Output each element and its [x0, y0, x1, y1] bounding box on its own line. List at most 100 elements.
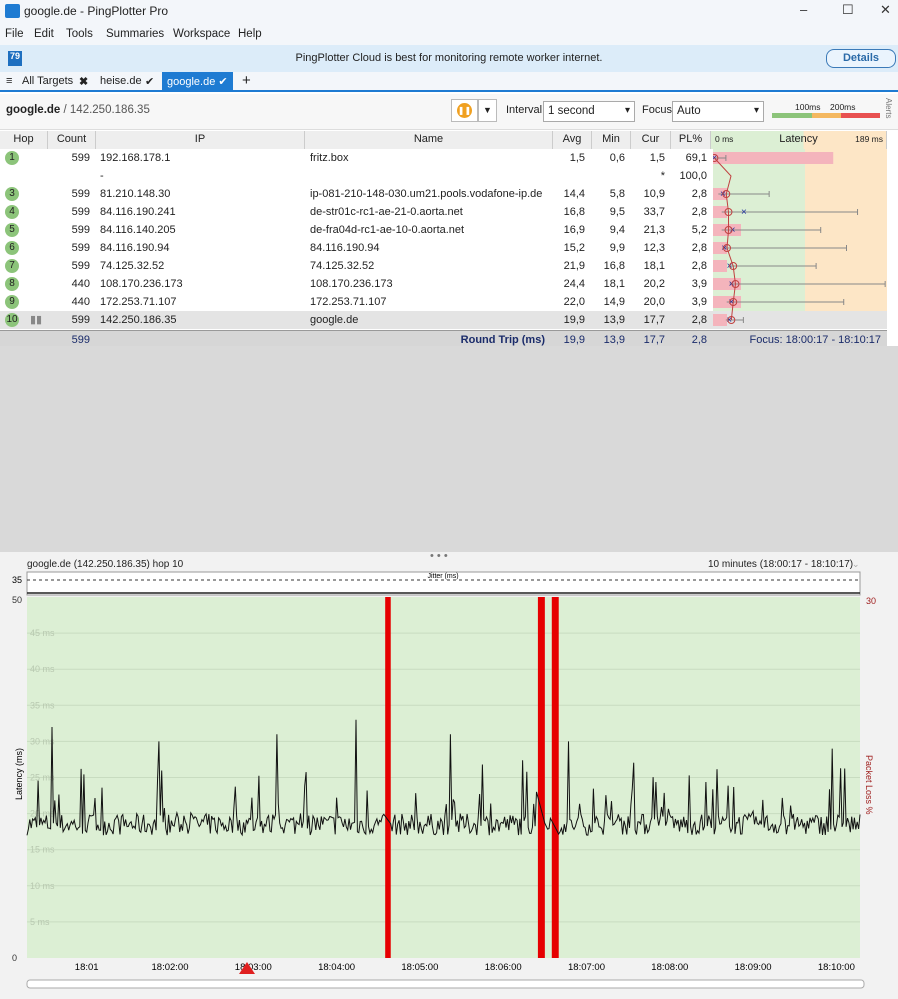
hop-pl: 2,8	[691, 206, 707, 218]
menu-lines-icon[interactable]: ≡	[6, 75, 12, 87]
hop-min: 14,9	[603, 296, 625, 308]
splitter-handle[interactable]: • • •	[430, 550, 448, 562]
hop-ip: 84.116.190.241	[100, 206, 176, 218]
hop-ip: 84.116.190.94	[100, 242, 170, 254]
close-icon[interactable]: ✖	[79, 75, 88, 88]
col-cur[interactable]: Cur	[631, 131, 671, 149]
packet-loss-bar	[385, 597, 391, 958]
hop-name: fritz.box	[310, 152, 349, 164]
empty-area	[0, 346, 898, 552]
minimize-button[interactable]: –	[800, 2, 807, 17]
hop-number-badge: 1	[5, 151, 19, 165]
col-latency[interactable]: 0 ms Latency 189 ms	[711, 131, 887, 149]
time-range-select[interactable]: 10 minutes (18:00:17 - 18:10:17)	[708, 559, 853, 570]
hop-avg: 19,9	[563, 314, 585, 326]
jitter-max-label: 35	[12, 575, 22, 585]
col-count[interactable]: Count	[48, 131, 96, 149]
hop-cur: 20,2	[643, 278, 665, 290]
toolbar: google.de / 142.250.186.35 ❚❚ ▼ Interval…	[0, 94, 898, 130]
summary-row: 599 Round Trip (ms) 19,9 13,9 17,7 2,8 F…	[0, 330, 887, 346]
hop-count: 440	[71, 296, 90, 308]
hop-cur: 20,0	[643, 296, 665, 308]
interval-select[interactable]: 1 second	[543, 101, 635, 122]
details-button[interactable]: Details	[826, 49, 896, 68]
menu-edit[interactable]: Edit	[34, 28, 54, 40]
hop-pl: 2,8	[691, 260, 707, 272]
menu-help[interactable]: Help	[238, 28, 262, 40]
hop-name: 74.125.32.52	[310, 260, 375, 272]
pause-icon: ❚❚	[457, 103, 472, 118]
chevron-down-icon[interactable]: ⌄	[852, 559, 860, 570]
x-tick-label: 18:04:00	[318, 962, 355, 973]
add-tab-button[interactable]: +	[242, 72, 251, 89]
menu-summaries[interactable]: Summaries	[106, 28, 164, 40]
x-tick-label: 18:10:00	[818, 962, 855, 973]
hop-min: 9,5	[609, 206, 625, 218]
tab-all-targets[interactable]: All Targets	[22, 75, 73, 87]
hop-cur: 10,9	[643, 188, 665, 200]
focus-select[interactable]: Auto	[672, 101, 764, 122]
col-name[interactable]: Name	[305, 131, 553, 149]
x-tick-label: 18:02:00	[152, 962, 189, 973]
hop-number-badge: 10	[5, 313, 19, 327]
hop-name: de-fra04d-rc1-ae-10-0.aorta.net	[310, 224, 465, 236]
hop-count: 440	[71, 278, 90, 290]
menu-file[interactable]: File	[5, 28, 24, 40]
hop-ip: -	[100, 170, 104, 182]
hop-pl: 2,8	[691, 314, 707, 326]
hop-avg: 15,2	[563, 242, 585, 254]
hop-count: 599	[71, 206, 90, 218]
close-button[interactable]: ✕	[880, 2, 891, 18]
hop-name: ip-081-210-148-030.um21.pools.vodafone-i…	[310, 188, 543, 200]
col-avg[interactable]: Avg	[553, 131, 592, 149]
timeline-scrollbar[interactable]	[26, 979, 865, 989]
y-tick-label: 10 ms	[30, 881, 55, 891]
menu-tools[interactable]: Tools	[66, 28, 93, 40]
hop-min: 0,6	[609, 152, 625, 164]
menu-workspace[interactable]: Workspace	[173, 28, 230, 40]
col-min[interactable]: Min	[592, 131, 631, 149]
hop-number-badge: 9	[5, 295, 19, 309]
hop-number-badge: 6	[5, 241, 19, 255]
latency-chart: Jitter (ms)355045 ms40 ms35 ms30 ms25 ms…	[12, 571, 876, 989]
maximize-button[interactable]: ☐	[842, 2, 854, 18]
hop-avg: 1,5	[569, 152, 585, 164]
bar-chart-icon[interactable]: ▮▮	[30, 311, 42, 329]
hop-count: 599	[71, 314, 90, 326]
hop-pl: 2,8	[691, 242, 707, 254]
y2-max-label: 30	[866, 596, 876, 606]
x-tick-label: 18:06:00	[485, 962, 522, 973]
pause-dropdown[interactable]: ▼	[478, 99, 497, 122]
jitter-label: Jitter (ms)	[427, 573, 458, 580]
x-tick-label: 18:07:00	[568, 962, 605, 973]
focus-label: Focus	[642, 104, 672, 116]
current-marker: ×	[741, 207, 747, 218]
col-hop[interactable]: Hop	[0, 131, 48, 149]
hop-cur: 33,7	[643, 206, 665, 218]
pause-button[interactable]: ❚❚	[451, 99, 478, 122]
hop-count: 599	[71, 152, 90, 164]
hop-avg: 22,0	[563, 296, 585, 308]
col-pl[interactable]: PL%	[671, 131, 711, 149]
tab-google[interactable]: google.de ✔	[162, 72, 233, 92]
scale-200: 200ms	[830, 102, 856, 112]
hop-name: google.de	[310, 314, 359, 326]
hop-min: 9,9	[609, 242, 625, 254]
hop-number-badge: 4	[5, 205, 19, 219]
hop-avg: 16,8	[563, 206, 585, 218]
x-tick-label: 18:08:00	[651, 962, 688, 973]
hop-ip: 172.253.71.107	[100, 296, 177, 308]
hop-avg: 14,4	[563, 188, 585, 200]
alerts-panel-tab[interactable]: Alerts	[884, 98, 893, 118]
col-ip[interactable]: IP	[96, 131, 305, 149]
hop-count: 599	[71, 242, 90, 254]
y-tick-label: 0	[12, 953, 17, 963]
hop-cur: *	[660, 170, 665, 182]
title-bar: google.de - PingPlotter Pro – ☐ ✕	[0, 0, 898, 24]
tab-heise[interactable]: heise.de	[100, 75, 142, 87]
banner-message: PingPlotter Cloud is best for monitoring…	[295, 52, 603, 64]
y-tick-label: 40 ms	[30, 664, 55, 674]
target-name: google.de	[6, 104, 61, 116]
hop-name: de-str01c-rc1-ae-21-0.aorta.net	[310, 206, 463, 218]
hop-pl: 3,9	[691, 278, 707, 290]
